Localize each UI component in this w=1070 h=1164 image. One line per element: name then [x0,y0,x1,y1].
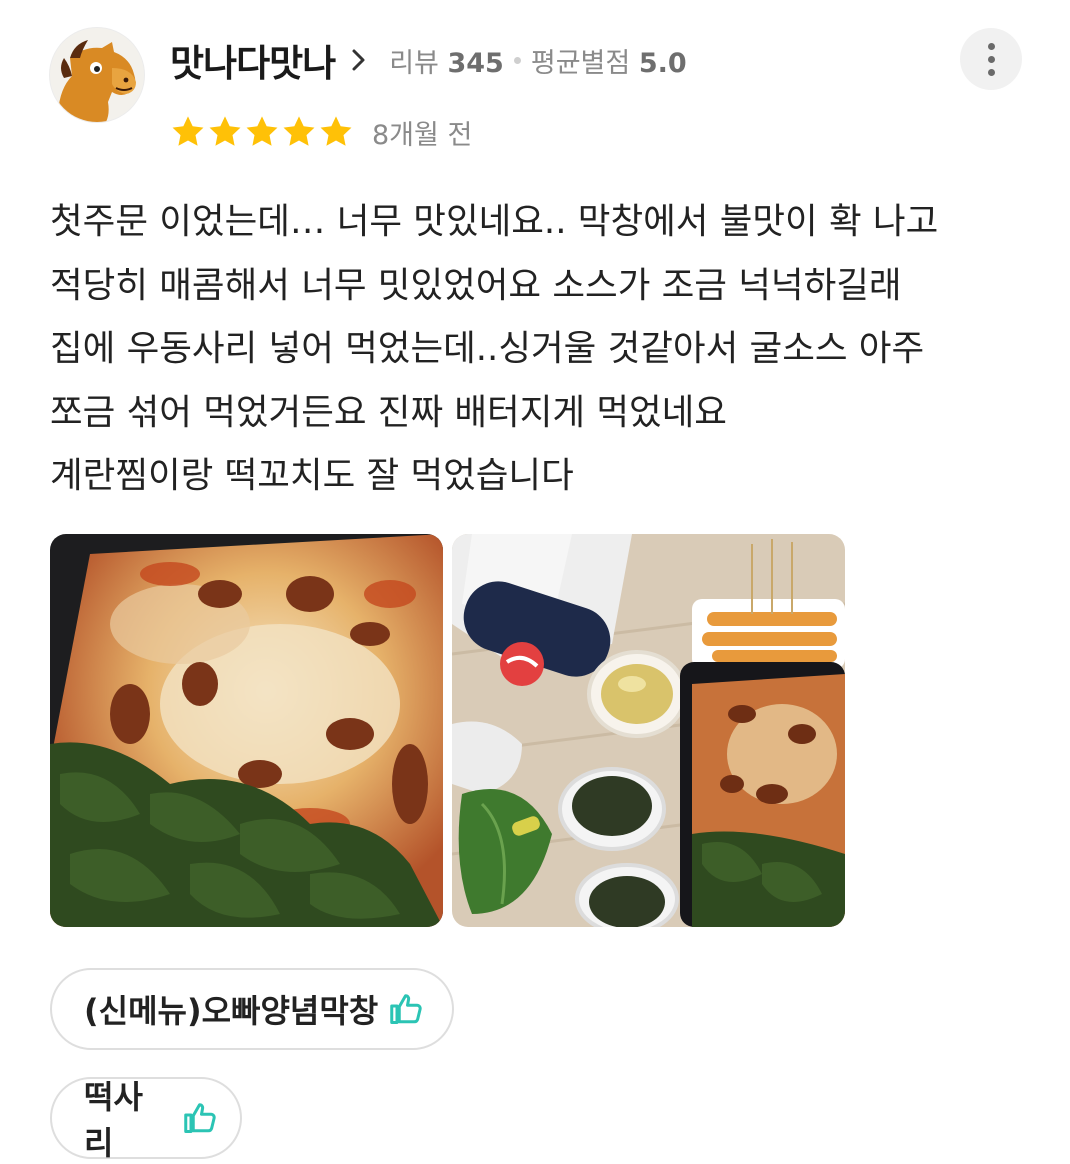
review-photo-meal-spread[interactable] [452,534,845,927]
menu-tag-chip[interactable]: (신메뉴)오빠양념막창 [50,968,454,1050]
menu-tag-label: 떡사리 [84,1078,143,1162]
more-options-button[interactable] [960,28,1022,90]
average-rating-label: 평균별점 [530,47,631,79]
average-rating-value: 5.0 [638,47,687,79]
menu-tag-label: (신메뉴)오빠양념막창 [84,992,379,1030]
author-name[interactable]: 맛나다맛나 [170,33,336,87]
star-icon [318,114,354,150]
more-vertical-icon [987,42,995,50]
review-count-label: 리뷰 [389,47,439,79]
meta-separator-dot [513,56,521,64]
review-count-value: 345 [447,47,504,79]
star-icon [281,114,317,150]
menu-tag-chip[interactable]: 떡사리 [50,1077,242,1162]
review-line: 쪼금 섞어 먹었거든요 진짜 배터지게 먹었네요 [50,391,727,433]
rating-row: 8개월 전 [170,110,472,154]
star-icon [170,114,206,150]
review-line: 집에 우동사리 넣어 먹었는데..싱거울 것같아서 굴소스 아주 [50,328,925,369]
review-line: 첫주문 이었는데… 너무 맛있네요.. 막창에서 불맛이 확 나고 [50,201,939,242]
star-icon [207,114,243,150]
thumbs-up-icon [388,991,424,1027]
star-icon [244,114,280,150]
review-line: 계란찜이랑 떡꼬치도 잘 먹었습니다 [50,455,574,496]
horse-avatar-icon [50,28,144,122]
author-row[interactable]: 맛나다맛나 리뷰 345 평균별점 5.0 [170,34,687,86]
review-photo-makchang[interactable] [50,534,443,927]
thumbs-up-icon [182,1100,218,1136]
review-count: 리뷰 345 [389,41,504,80]
chevron-right-icon[interactable] [349,46,369,74]
review-date: 8개월 전 [372,119,473,151]
average-rating: 평균별점 5.0 [531,41,687,80]
review-line: 적당히 매콤해서 너무 밋있었어요 소스가 조금 넉넉하길래 [50,264,902,306]
review-text: 첫주문 이었는데… 너무 맛있네요.. 막창에서 불맛이 확 나고 적당히 매콤… [50,190,1040,508]
reviewer-avatar[interactable] [50,28,144,122]
